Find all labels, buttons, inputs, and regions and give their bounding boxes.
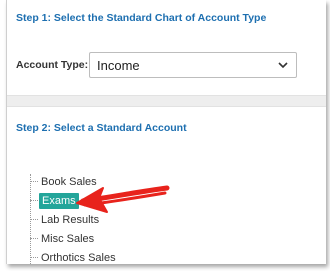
tree-item-label: Orthotics Sales	[41, 252, 116, 264]
step1-title: Step 1: Select the Standard Chart of Acc…	[16, 12, 267, 24]
tree-branch	[30, 238, 38, 239]
step2-title: Step 2: Select a Standard Account	[16, 122, 187, 134]
tree-item-label: Lab Results	[41, 214, 100, 226]
tree-branch	[30, 219, 38, 220]
account-type-label: Account Type:	[16, 59, 89, 71]
tree-branch	[30, 181, 38, 182]
tree-item-label: Exams	[39, 193, 79, 209]
chart-of-account-panel: Step 1: Select the Standard Chart of Acc…	[6, 0, 326, 264]
tree-item-label: Book Sales	[41, 176, 97, 188]
tree-branch	[30, 200, 38, 201]
chevron-down-icon	[278, 62, 288, 69]
tree-item-label: Misc Sales	[41, 233, 95, 245]
account-type-value: Income	[97, 58, 140, 73]
tree-branch	[30, 257, 38, 258]
standard-account-tree: Book Sales Exams Lab Results Misc Sales …	[30, 168, 230, 264]
section-divider	[7, 95, 326, 107]
account-type-select[interactable]: Income	[89, 52, 297, 78]
